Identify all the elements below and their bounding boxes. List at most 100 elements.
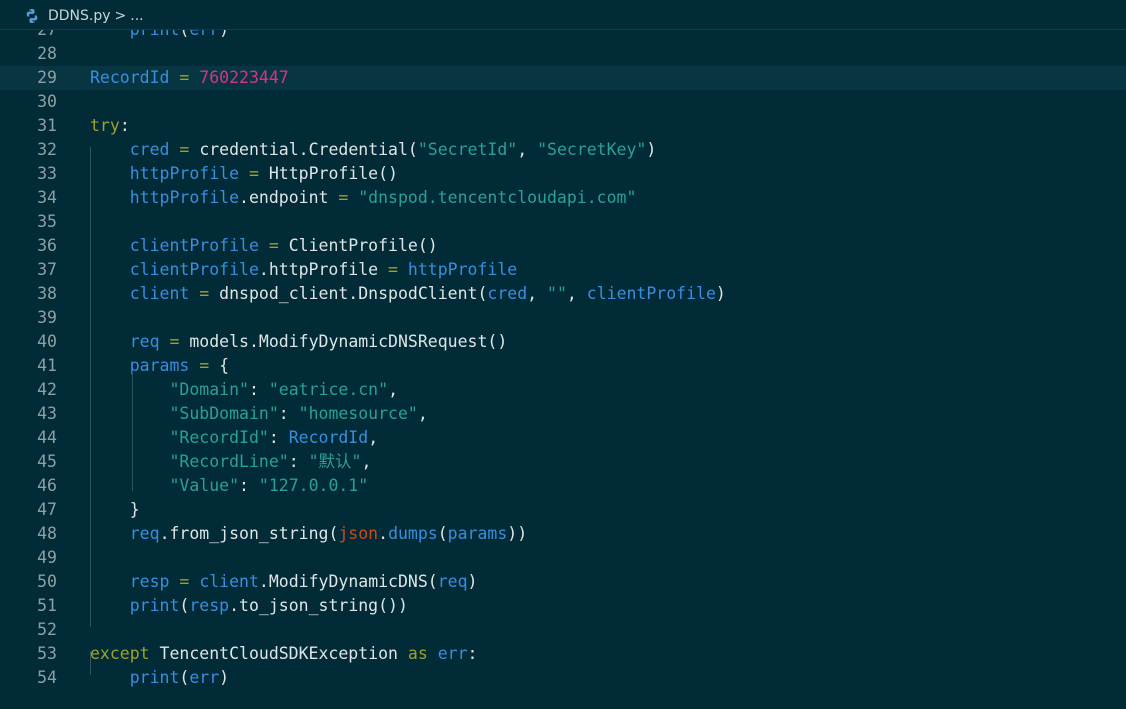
code-line[interactable]: 49 bbox=[0, 546, 1126, 570]
code-text: print(err) bbox=[90, 30, 229, 42]
code-line[interactable]: 38 client = dnspod_client.DnspodClient(c… bbox=[0, 282, 1126, 306]
code-text: print(err) bbox=[90, 666, 229, 690]
code-token: : bbox=[119, 116, 130, 135]
code-token: .httpProfile bbox=[258, 260, 379, 279]
editor-tab-bar: DDNS.py > ... bbox=[0, 0, 1126, 30]
code-line[interactable]: 44 "RecordId": RecordId, bbox=[0, 426, 1126, 450]
code-token: ( bbox=[179, 668, 190, 687]
code-token: ) bbox=[219, 30, 229, 39]
indent-guide-except-block bbox=[90, 651, 91, 675]
code-token: httpProfile bbox=[129, 164, 240, 183]
code-token: "homesource" bbox=[298, 404, 418, 423]
code-token: dumps bbox=[388, 524, 438, 543]
line-number: 49 bbox=[37, 548, 57, 567]
line-number: 47 bbox=[37, 500, 57, 519]
code-text: clientProfile = ClientProfile() bbox=[90, 234, 438, 258]
code-token: = bbox=[378, 260, 408, 279]
code-token: err bbox=[437, 644, 468, 663]
code-token: cred bbox=[129, 140, 170, 159]
code-line[interactable]: 50 resp = client.ModifyDynamicDNS(req) bbox=[0, 570, 1126, 594]
line-number: 39 bbox=[37, 308, 57, 327]
code-token: "SecretKey" bbox=[537, 140, 647, 159]
code-line[interactable]: 29 RecordId = 760223447 bbox=[0, 66, 1126, 90]
code-token: 760223447 bbox=[199, 68, 289, 87]
code-token: "RecordLine" bbox=[169, 452, 289, 471]
line-number: 38 bbox=[37, 284, 57, 303]
code-line[interactable]: 42 "Domain": "eatrice.cn", bbox=[0, 378, 1126, 402]
code-token: TencentCloudSDKException bbox=[149, 644, 408, 663]
code-token: } bbox=[129, 500, 140, 519]
code-token: : bbox=[268, 428, 289, 447]
code-line[interactable]: 30 bbox=[0, 90, 1126, 114]
code-line[interactable]: 48 req.from_json_string(json.dumps(param… bbox=[0, 522, 1126, 546]
line-number: 28 bbox=[37, 44, 57, 63]
breadcrumb[interactable]: DDNS.py > ... bbox=[24, 6, 144, 26]
code-line[interactable]: 37 clientProfile.httpProfile = httpProfi… bbox=[0, 258, 1126, 282]
code-token: : bbox=[467, 644, 478, 663]
code-line[interactable]: 39 bbox=[0, 306, 1126, 330]
indent-guide-params-dict bbox=[132, 371, 133, 491]
code-line[interactable]: 53 except TencentCloudSDKException as err… bbox=[0, 642, 1126, 666]
code-line[interactable]: 51 print(resp.to_json_string()) bbox=[0, 594, 1126, 618]
code-token: ) bbox=[646, 140, 657, 159]
code-token: , bbox=[361, 452, 372, 471]
code-token: resp bbox=[189, 596, 230, 615]
code-token: clientProfile bbox=[586, 284, 716, 303]
line-number: 29 bbox=[37, 68, 57, 87]
code-token: "" bbox=[547, 284, 567, 303]
code-line[interactable]: 40 req = models.ModifyDynamicDNSRequest(… bbox=[0, 330, 1126, 354]
breadcrumb-ellipsis[interactable]: ... bbox=[130, 8, 143, 24]
code-text: resp = client.ModifyDynamicDNS(req) bbox=[90, 570, 478, 594]
code-line[interactable]: 47 } bbox=[0, 498, 1126, 522]
code-line[interactable]: 54 print(err) bbox=[0, 666, 1126, 690]
code-token: httpProfile bbox=[407, 260, 518, 279]
breadcrumb-filename[interactable]: DDNS.py bbox=[48, 8, 111, 24]
code-token: .to_json_string()) bbox=[229, 596, 408, 615]
line-number: 43 bbox=[37, 404, 57, 423]
code-line[interactable]: 35 bbox=[0, 210, 1126, 234]
code-line[interactable]: 33 httpProfile = HttpProfile() bbox=[0, 162, 1126, 186]
code-line[interactable]: 34 httpProfile.endpoint = "dnspod.tencen… bbox=[0, 186, 1126, 210]
code-line[interactable]: 31 try: bbox=[0, 114, 1126, 138]
code-line[interactable]: 45 "RecordLine": "默认", bbox=[0, 450, 1126, 474]
code-token: = bbox=[258, 236, 289, 255]
code-token: = bbox=[169, 140, 200, 159]
code-text: cred = credential.Credential("SecretId",… bbox=[90, 138, 657, 162]
code-line[interactable]: 43 "SubDomain": "homesource", bbox=[0, 402, 1126, 426]
breadcrumb-separator: > bbox=[114, 8, 127, 24]
code-token: "SecretId" bbox=[417, 140, 518, 159]
code-token: = bbox=[169, 572, 200, 591]
code-line[interactable]: 46 "Value": "127.0.0.1" bbox=[0, 474, 1126, 498]
code-token: RecordId bbox=[288, 428, 369, 447]
code-line[interactable]: 32 cred = credential.Credential("SecretI… bbox=[0, 138, 1126, 162]
line-number: 41 bbox=[37, 356, 57, 375]
line-number: 27 bbox=[0, 30, 57, 42]
code-token: models.ModifyDynamicDNSRequest() bbox=[189, 332, 508, 351]
code-token: : bbox=[288, 452, 309, 471]
code-token: resp bbox=[129, 572, 170, 591]
line-number: 54 bbox=[37, 668, 57, 687]
code-line[interactable]: 28 bbox=[0, 42, 1126, 66]
code-line[interactable]: 52 bbox=[0, 618, 1126, 642]
code-token: )) bbox=[507, 524, 528, 543]
code-token: = bbox=[159, 332, 190, 351]
code-text: httpProfile.endpoint = "dnspod.tencentcl… bbox=[90, 186, 637, 210]
code-editor[interactable]: 54 print(err) 53 except TencentCloudSDKExc… bbox=[0, 30, 1126, 709]
code-token: req bbox=[129, 524, 160, 543]
code-token: "默认" bbox=[308, 452, 362, 471]
code-token: ClientProfile() bbox=[288, 236, 438, 255]
code-line[interactable]: 41 params = { bbox=[0, 354, 1126, 378]
code-line[interactable]: 27 print(err) bbox=[0, 30, 1126, 42]
code-token: client bbox=[199, 572, 259, 591]
code-line[interactable]: 36 clientProfile = ClientProfile() bbox=[0, 234, 1126, 258]
line-number: 32 bbox=[37, 140, 57, 159]
line-number: 53 bbox=[37, 644, 57, 663]
python-file-icon bbox=[26, 9, 38, 23]
